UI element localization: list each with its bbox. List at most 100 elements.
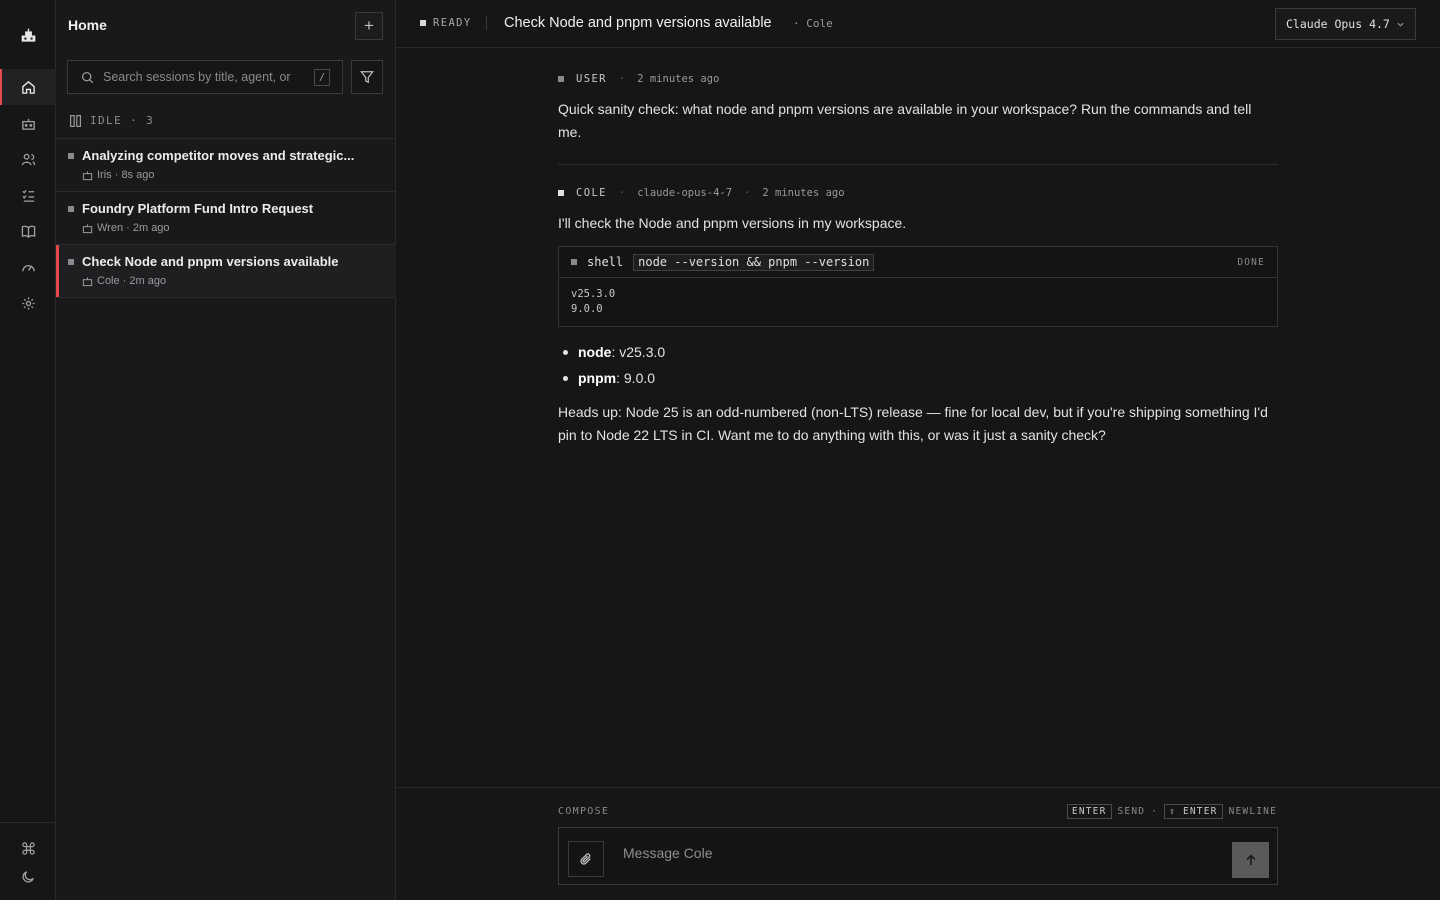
message-time: 2 minutes ago [637,73,720,85]
sender-square [558,190,564,196]
theme-moon-icon [22,870,34,882]
tool-output: v25.3.0 9.0.0 [559,278,1277,326]
session-meta-text: Wren · 2m ago [97,222,170,234]
header-divider [486,16,487,30]
user-message-text: Quick sanity check: what node and pnpm v… [558,101,1252,140]
conversation-title: Check Node and pnpm versions available [504,15,772,31]
tool-output-line: 9.0.0 [571,303,603,315]
list-item-value: : v25.3.0 [611,344,666,360]
filter-button[interactable] [351,60,383,94]
session-status-square [68,259,74,265]
session-item[interactable]: Analyzing competitor moves and strategic… [56,139,396,192]
conversation-header: READY Check Node and pnpm versions avail… [396,0,1440,48]
send-button[interactable] [1232,842,1269,878]
session-status-square [68,153,74,159]
group-label: IDLE [90,114,123,127]
chevron-down-icon [1397,22,1404,27]
sessions-panel: Home + Search sessions by title, agent, … [56,0,396,900]
nav-home[interactable] [0,69,56,105]
nav-people[interactable] [0,141,56,177]
panel-title: Home [68,17,107,33]
bot-icon [82,170,93,180]
search-input[interactable]: Search sessions by title, agent, or / [67,60,343,94]
tool-call-header[interactable]: shell node --version && pnpm --version D… [559,247,1277,278]
sender-name: COLE [576,187,607,199]
new-session-button[interactable]: + [355,12,383,40]
nav-agents[interactable] [0,105,56,141]
message-time: 2 minutes ago [762,187,845,199]
gauge-icon [21,264,35,271]
header-separator: · [744,187,751,199]
session-title: Check Node and pnpm versions available [82,254,339,269]
nav-tasks[interactable] [0,177,56,213]
sender-square [558,76,564,82]
session-title: Analyzing competitor moves and strategic… [82,148,355,163]
agent-message-header: COLE · claude-opus-4-7 · 2 minutes ago [558,184,1278,202]
compose-label: COMPOSE [558,806,610,817]
status-badge: READY [420,17,472,29]
message-divider [558,164,1278,165]
pause-icon [70,114,81,127]
group-separator: · [130,114,139,127]
bot-icon [82,223,93,233]
search-placeholder: Search sessions by title, agent, or [103,70,291,84]
session-meta-text: Cole · 2m ago [97,275,167,287]
arrow-up-icon [1245,854,1256,865]
tool-name: shell [587,255,624,269]
session-meta: Cole · 2m ago [82,275,166,287]
status-square [420,20,426,26]
session-meta-text: Iris · 8s ago [97,169,155,181]
paperclip-icon [580,853,591,865]
tool-status: DONE [1237,257,1265,268]
session-group-header[interactable]: IDLE · 3 [70,114,154,127]
tool-output-line: v25.3.0 [571,288,616,300]
version-list: node: v25.3.0 pnpm: 9.0.0 [558,339,1278,391]
search-shortcut-key: / [314,69,330,86]
tasks-icon [21,189,34,202]
icon-rail [0,0,56,900]
list-item-value: : 9.0.0 [616,370,656,386]
session-meta: Iris · 8s ago [82,169,154,181]
status-text: READY [433,17,472,29]
theme-toggle-button[interactable] [0,858,56,894]
filter-icon [360,71,374,84]
session-meta: Wren · 2m ago [82,222,170,234]
nav-settings[interactable] [0,285,56,321]
composer: COMPOSE ENTER SEND · ⇧ ENTER NEWLINE Mes… [396,787,1440,900]
people-icon [21,153,35,165]
app-logo-icon[interactable] [0,14,56,56]
user-message-header: USER · 2 minutes ago [558,70,1278,88]
list-item-key: node [578,344,612,360]
bot-icon [82,276,93,286]
agent-outro-text: Heads up: Node 25 is an odd-numbered (no… [558,404,1268,443]
group-count: 3 [146,114,155,127]
settings-icon [21,296,35,310]
command-icon [21,841,35,855]
hint-separator: · [1151,806,1159,817]
shift-enter-key: ⇧ ENTER [1164,804,1223,819]
session-item-active[interactable]: Check Node and pnpm versions available C… [56,245,396,298]
session-title: Foundry Platform Fund Intro Request [82,201,314,216]
message-input[interactable]: Message Cole [558,827,1278,885]
nav-usage[interactable] [0,249,56,285]
message-input-placeholder: Message Cole [623,845,713,861]
tool-call-card[interactable]: shell node --version && pnpm --version D… [558,246,1278,327]
list-item: pnpm: 9.0.0 [558,365,1278,391]
header-separator: · [618,187,626,199]
attach-button[interactable] [568,841,604,877]
agents-icon [21,118,35,130]
conversation-agent: · Cole [793,17,833,30]
list-item: node: v25.3.0 [558,339,1278,365]
session-item[interactable]: Foundry Platform Fund Intro Request Wren… [56,192,396,245]
enter-action: SEND [1117,806,1146,817]
keyboard-hints: ENTER SEND · ⇧ ENTER NEWLINE [1066,804,1277,819]
search-icon [81,71,94,83]
shift-enter-action: NEWLINE [1228,806,1277,817]
nav-library[interactable] [0,213,56,249]
header-separator: · [618,73,626,85]
library-icon [21,225,35,238]
rail-divider [0,822,56,823]
tool-command: node --version && pnpm --version [633,253,875,271]
message-thread: USER · 2 minutes ago Quick sanity check:… [558,60,1278,447]
model-select[interactable]: Claude Opus 4.7 [1275,8,1416,40]
